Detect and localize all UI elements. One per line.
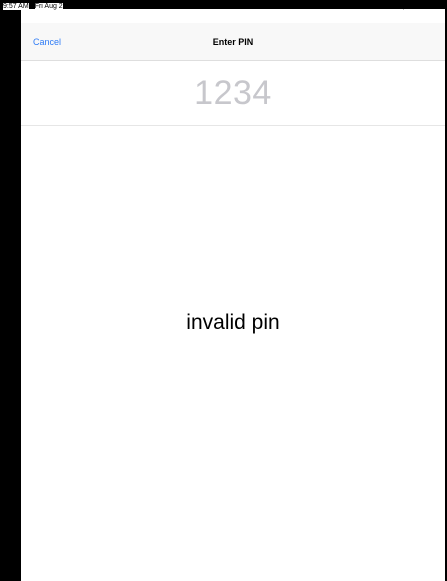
battery-icon [428, 4, 441, 9]
status-time: 9:57 AM [3, 3, 29, 10]
status-date: Fri Aug 2 [34, 3, 63, 10]
battery-cap [440, 5, 441, 8]
navigation-bar: Cancel Enter PIN [21, 23, 445, 61]
device-frame: Cancel Enter PIN 1234 invalid pin 9:57 A… [0, 0, 447, 581]
status-time-date: 9:57 AM Fri Aug 2 [3, 3, 63, 10]
battery-body [428, 4, 439, 9]
screen: Cancel Enter PIN 1234 invalid pin [21, 9, 445, 581]
wifi-icon [399, 3, 408, 10]
battery-percent: 79% [410, 3, 425, 10]
pin-display[interactable]: 1234 [21, 61, 445, 126]
page-title: Enter PIN [212, 37, 254, 47]
status-bar: 9:57 AM Fri Aug 2 79% [0, 0, 447, 14]
status-indicators: 79% [399, 3, 441, 10]
error-message: invalid pin [186, 311, 280, 334]
pin-field[interactable]: 1234 [21, 74, 445, 113]
battery-fill [430, 6, 436, 7]
